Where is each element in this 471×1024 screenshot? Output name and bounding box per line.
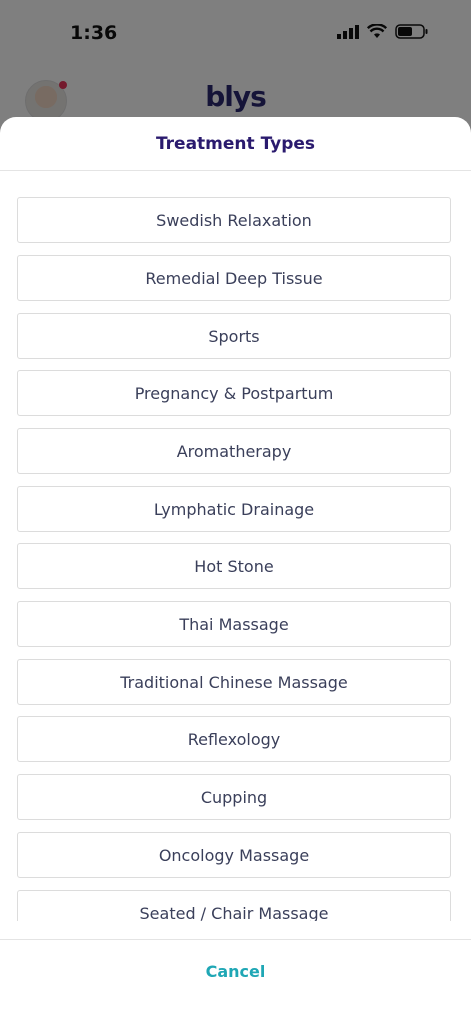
option-sports[interactable]: Sports	[17, 313, 451, 359]
sheet-title: Treatment Types	[0, 117, 471, 171]
option-remedial-deep-tissue[interactable]: Remedial Deep Tissue	[17, 255, 451, 301]
treatment-types-sheet: Treatment Types Swedish Relaxation Remed…	[0, 117, 471, 1024]
options-list[interactable]: Swedish Relaxation Remedial Deep Tissue …	[0, 171, 471, 921]
option-pregnancy-postpartum[interactable]: Pregnancy & Postpartum	[17, 370, 451, 416]
screen: 1:36	[0, 0, 471, 1024]
sheet-footer: Cancel	[0, 939, 471, 1024]
option-hot-stone[interactable]: Hot Stone	[17, 543, 451, 589]
cancel-button[interactable]: Cancel	[0, 962, 471, 981]
option-seated-chair-massage[interactable]: Seated / Chair Massage	[17, 890, 451, 921]
option-lymphatic-drainage[interactable]: Lymphatic Drainage	[17, 486, 451, 532]
option-traditional-chinese-massage[interactable]: Traditional Chinese Massage	[17, 659, 451, 705]
option-reflexology[interactable]: Reflexology	[17, 716, 451, 762]
option-oncology-massage[interactable]: Oncology Massage	[17, 832, 451, 878]
option-thai-massage[interactable]: Thai Massage	[17, 601, 451, 647]
option-cupping[interactable]: Cupping	[17, 774, 451, 820]
option-aromatherapy[interactable]: Aromatherapy	[17, 428, 451, 474]
option-swedish-relaxation[interactable]: Swedish Relaxation	[17, 197, 451, 243]
